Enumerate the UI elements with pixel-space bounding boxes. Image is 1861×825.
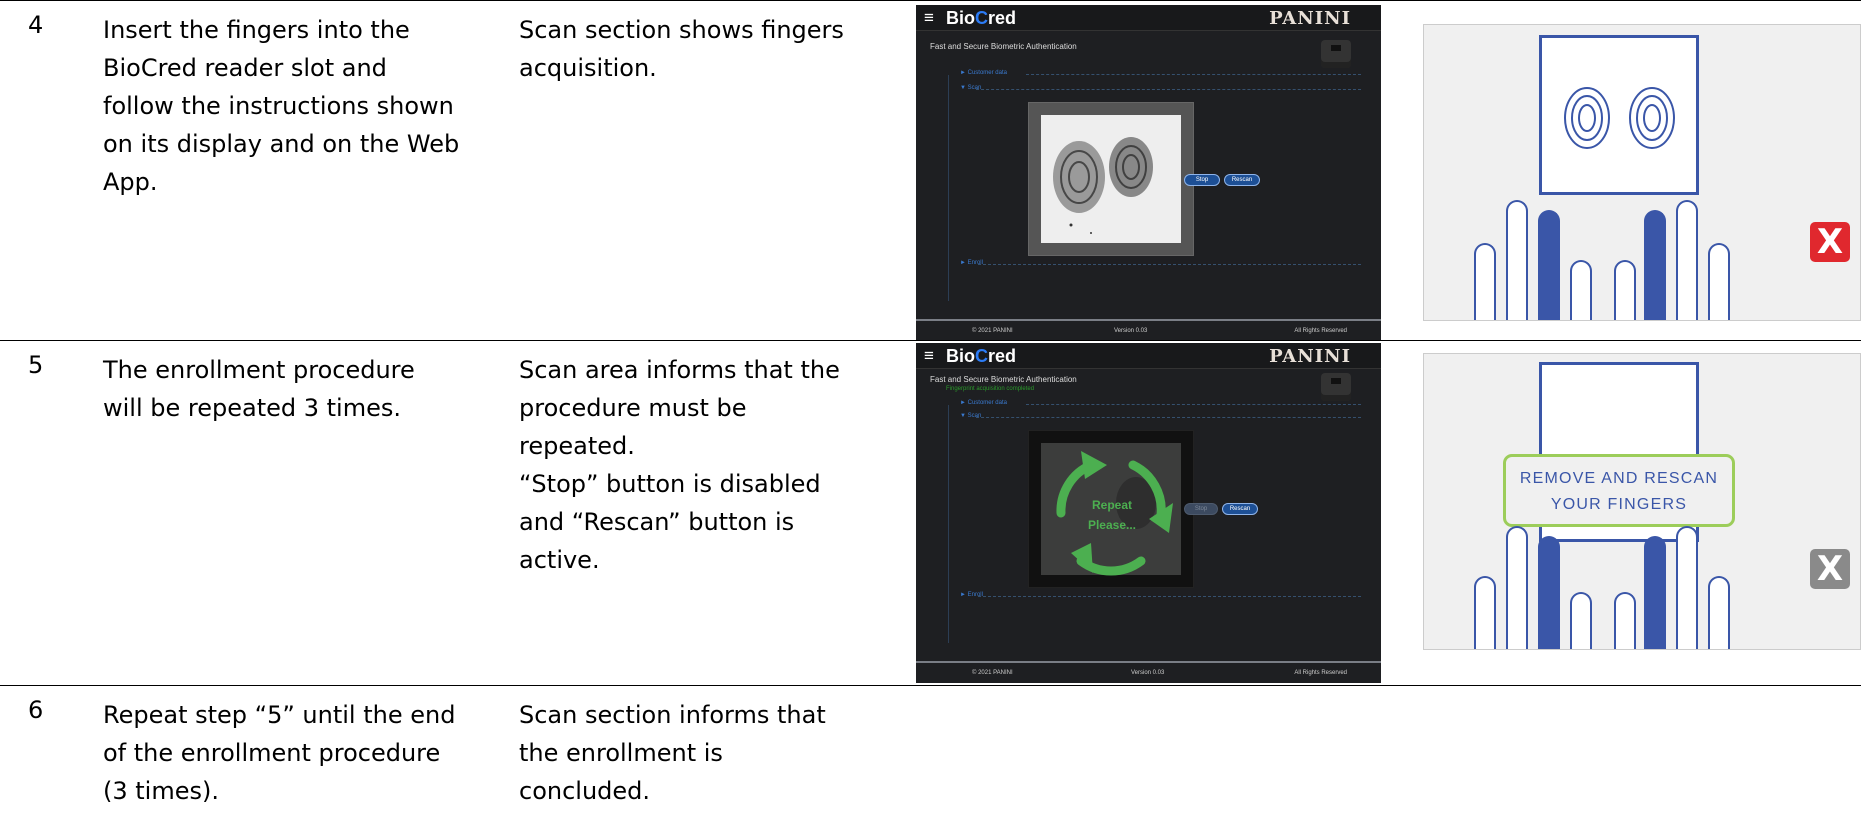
table-row-step-5: 5 The enrollment procedure will be repea… (0, 340, 1861, 685)
step-number: 5 (28, 351, 44, 379)
vendor-logo: PANINI (1269, 346, 1351, 367)
web-app-screenshot-scan: ≡ BioCred PANINI Fast and Secure Biometr… (916, 5, 1381, 341)
divider (1026, 404, 1361, 405)
stop-button[interactable]: Stop (1184, 503, 1218, 515)
reader-display-scan: X (1423, 24, 1861, 321)
divider (976, 89, 1361, 90)
section-enroll[interactable]: ► Enroll (960, 260, 983, 266)
fingerprints-icon (1053, 137, 1153, 234)
expected-result: Scan area informs that the procedure mus… (519, 356, 840, 574)
rescan-message: REMOVE AND RESCAN YOUR FINGERS (1503, 454, 1735, 527)
close-icon[interactable]: X (1810, 222, 1850, 262)
section-enroll[interactable]: ► Enroll (960, 592, 983, 598)
svg-text:Repeat: Repeat (1092, 498, 1132, 512)
step-number: 4 (28, 11, 44, 39)
fingerprint-image (1028, 102, 1194, 256)
app-footer: © 2021 PANINI Version 0.03 All Rights Re… (916, 661, 1381, 683)
expected-result: Scan section informs that the enrollment… (519, 701, 826, 805)
section-divider (948, 75, 949, 301)
divider (1026, 74, 1361, 75)
section-customer-data[interactable]: ► Customer data (960, 70, 1007, 76)
section-customer-data[interactable]: ► Customer data (960, 400, 1007, 406)
app-header: ≡ BioCred PANINI (916, 5, 1381, 31)
section-scan[interactable]: ▼ Scan (960, 413, 981, 419)
rescan-button[interactable]: Rescan (1222, 503, 1258, 515)
divider (978, 264, 1361, 265)
step-description: The enrollment procedure will be repeate… (103, 356, 415, 422)
vendor-logo: PANINI (1269, 8, 1351, 29)
table-row-step-6: 6 Repeat step “5” until the end of the e… (0, 685, 1861, 825)
app-subtitle: Fast and Secure Biometric Authentication (930, 42, 1077, 51)
table-row-step-4: 4 Insert the fingers into the BioCred re… (0, 0, 1861, 341)
stop-button[interactable]: Stop (1184, 174, 1220, 186)
app-logo: BioCred (946, 346, 1017, 366)
fingerprint-icon (1564, 87, 1675, 149)
divider (976, 417, 1361, 418)
rescan-button[interactable]: Rescan (1224, 174, 1260, 186)
reader-display-rescan: REMOVE AND RESCAN YOUR FINGERS X (1423, 353, 1861, 650)
reader-device-icon (1321, 40, 1351, 68)
scan-area (1539, 35, 1699, 195)
web-app-screenshot-repeat: ≡ BioCred PANINI Fast and Secure Biometr… (916, 343, 1381, 683)
version-label: Version 0.03 (1114, 328, 1148, 334)
status-message: Fingerprint acquisition completed (946, 386, 1035, 392)
section-divider (948, 405, 949, 643)
section-scan[interactable]: ▼ Scan (960, 85, 981, 91)
step-description: Repeat step “5” until the end of the enr… (103, 701, 456, 805)
app-footer: © 2021 PANINI Version 0.03 All Rights Re… (916, 319, 1381, 341)
reader-device-icon (1321, 373, 1351, 401)
repeat-image: Repeat Please... (1028, 430, 1194, 588)
step-description: Insert the fingers into the BioCred read… (103, 16, 460, 196)
close-icon[interactable]: X (1810, 549, 1850, 589)
version-label: Version 0.03 (1131, 670, 1165, 676)
app-header: ≡ BioCred PANINI (916, 343, 1381, 369)
rights-label: All Rights Reserved (1294, 670, 1347, 676)
expected-result: Scan section shows fingers acquisition. (519, 16, 844, 82)
copyright: © 2021 PANINI (972, 670, 1013, 676)
menu-icon[interactable]: ≡ (924, 346, 934, 366)
app-subtitle: Fast and Secure Biometric Authentication (930, 375, 1077, 384)
menu-icon[interactable]: ≡ (924, 8, 934, 28)
repeat-arrows-icon: Repeat Please... (1056, 451, 1173, 576)
svg-text:Please...: Please... (1088, 518, 1136, 532)
app-logo: BioCred (946, 8, 1017, 28)
rights-label: All Rights Reserved (1294, 328, 1347, 334)
divider (978, 596, 1361, 597)
step-number: 6 (28, 696, 44, 724)
copyright: © 2021 PANINI (972, 328, 1013, 334)
